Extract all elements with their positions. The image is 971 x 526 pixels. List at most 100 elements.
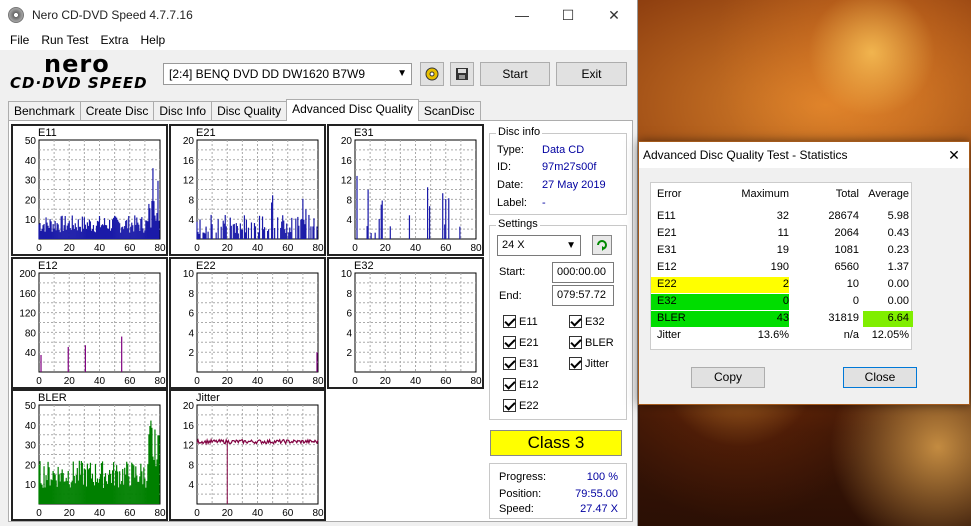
checkbox-label: E31 (519, 357, 539, 370)
x-tick-label: 40 (252, 508, 264, 519)
start-button[interactable]: Start (480, 62, 550, 86)
x-tick-label: 80 (154, 508, 166, 519)
y-tick-label: 20 (341, 136, 353, 147)
table-row: BLER 43 31819 6.64 (651, 311, 913, 327)
checkbox-e22[interactable]: E22 (503, 399, 539, 412)
exit-button[interactable]: Exit (556, 62, 627, 86)
label-label: Label: (497, 197, 527, 209)
checkbox-e12[interactable]: E12 (503, 378, 539, 391)
y-tick-label: 4 (346, 328, 352, 339)
y-tick-label: 8 (188, 460, 194, 471)
x-tick-label: 40 (252, 243, 264, 254)
check-icon (503, 336, 516, 349)
checkbox-label: E21 (519, 336, 539, 349)
menu-help[interactable]: Help (135, 33, 172, 47)
e11-plot: 50 40 30 20 10 0 20 40 60 80 (25, 136, 166, 254)
menu-run-test[interactable]: Run Test (35, 33, 94, 47)
y-tick-label: 40 (25, 156, 37, 167)
y-tick-label: 16 (183, 156, 195, 167)
x-tick-label: 40 (410, 376, 422, 387)
y-tick-label: 200 (19, 269, 36, 280)
table-cell: 2064 (834, 227, 859, 239)
progress-value: 100 % (586, 471, 618, 483)
table-cell: 6.64 (887, 312, 909, 324)
x-tick-label: 0 (352, 376, 358, 387)
save-button[interactable] (450, 62, 474, 86)
disc-icon (8, 7, 24, 23)
y-tick-label: 6 (346, 309, 352, 320)
checkbox-bler[interactable]: BLER (569, 336, 614, 349)
table-cell: BLER (657, 312, 686, 324)
checkbox-jitter[interactable]: Jitter (569, 357, 609, 370)
dialog-close-icon[interactable]: ✕ (939, 147, 969, 164)
x-tick-label: 60 (440, 376, 452, 387)
table-row: E32 0 0 0.00 (651, 294, 913, 310)
tab-disc-quality[interactable]: Disc Quality (211, 101, 288, 121)
checkbox-e31[interactable]: E31 (503, 357, 539, 370)
graph-title: BLER (38, 392, 67, 404)
y-tick-label: 120 (19, 309, 36, 320)
x-tick-label: 40 (94, 243, 106, 254)
dialog-title: Advanced Disc Quality Test - Statistics (643, 148, 848, 162)
checkbox-e32[interactable]: E32 (569, 315, 605, 328)
table-cell: 32 (776, 210, 789, 222)
graph-jitter: 20 16 12 8 4 0 20 40 60 80 Jitter (169, 389, 326, 521)
x-tick-label: 60 (282, 376, 294, 387)
refresh-button[interactable] (592, 235, 612, 255)
menu-extra[interactable]: Extra (94, 33, 134, 47)
speed-select[interactable]: 24 X ▼ (497, 235, 581, 256)
graph-e32: 10 8 6 4 2 0 20 40 60 80 E32 (327, 257, 484, 389)
maximize-button[interactable]: ☐ (545, 0, 591, 30)
x-tick-label: 0 (194, 508, 200, 519)
tab-benchmark[interactable]: Benchmark (8, 101, 81, 121)
drive-select[interactable]: [2:4] BENQ DVD DD DW1620 B7W9 ▼ (163, 63, 412, 85)
title-bar: Nero CD-DVD Speed 4.7.7.16 — ☐ ✕ (0, 0, 637, 30)
close-button[interactable]: ✕ (591, 0, 637, 30)
checkbox-label: BLER (585, 336, 614, 349)
y-tick-label: 20 (183, 136, 195, 147)
logo-line2: CD·DVD SPEED (10, 74, 148, 92)
y-tick-label: 6 (188, 309, 194, 320)
y-tick-label: 160 (19, 289, 36, 300)
eject-button[interactable] (420, 62, 444, 86)
tab-create-disc[interactable]: Create Disc (79, 101, 155, 121)
minimize-button[interactable]: — (499, 0, 545, 30)
progress-group: Progress: 100 % Position: 79:55.00 Speed… (489, 463, 627, 519)
end-input[interactable]: 079:57.72 (552, 285, 614, 306)
table-cell: E22 (657, 278, 677, 290)
x-tick-label: 20 (64, 508, 76, 519)
table-cell: E32 (657, 295, 677, 307)
y-tick-label: 4 (188, 480, 194, 491)
graph-title: E11 (38, 127, 57, 139)
checkbox-e21[interactable]: E21 (503, 336, 539, 349)
header-maximum: Maximum (741, 188, 789, 200)
nero-logo: nero CD·DVD SPEED (10, 50, 160, 94)
check-icon (569, 357, 582, 370)
x-tick-label: 40 (410, 243, 422, 254)
speed-label: Speed: (499, 503, 534, 515)
chevron-down-icon: ▼ (397, 68, 407, 79)
checkbox-label: E12 (519, 378, 539, 391)
menu-file[interactable]: File (4, 33, 35, 47)
disc-info-group: Disc info Type: Data CD ID: 97m27s00f Da… (489, 126, 627, 215)
table-cell: 0 (782, 295, 789, 307)
tab-scandisc[interactable]: ScanDisc (417, 101, 481, 121)
copy-button[interactable]: Copy (691, 367, 765, 388)
tab-disc-info[interactable]: Disc Info (153, 101, 213, 121)
start-input[interactable]: 000:00.00 (552, 262, 614, 283)
x-tick-label: 0 (194, 376, 200, 387)
graph-title: Jitter (196, 392, 220, 404)
checkbox-label: Jitter (585, 357, 609, 370)
tab-advanced-disc-quality[interactable]: Advanced Disc Quality (286, 99, 419, 121)
table-cell: E11 (657, 210, 676, 222)
checkbox-e11[interactable]: E11 (503, 315, 538, 328)
y-tick-label: 10 (25, 215, 37, 226)
y-tick-label: 8 (188, 289, 194, 300)
position-label: Position: (499, 488, 542, 500)
graph-e22: 10 8 6 4 2 0 20 40 60 80 E22 (169, 257, 326, 389)
table-cell: 0 (852, 295, 859, 307)
x-tick-label: 80 (312, 376, 324, 387)
close-dialog-button[interactable]: Close (843, 367, 917, 388)
table-cell: Jitter (657, 329, 681, 341)
y-tick-label: 8 (188, 195, 194, 206)
